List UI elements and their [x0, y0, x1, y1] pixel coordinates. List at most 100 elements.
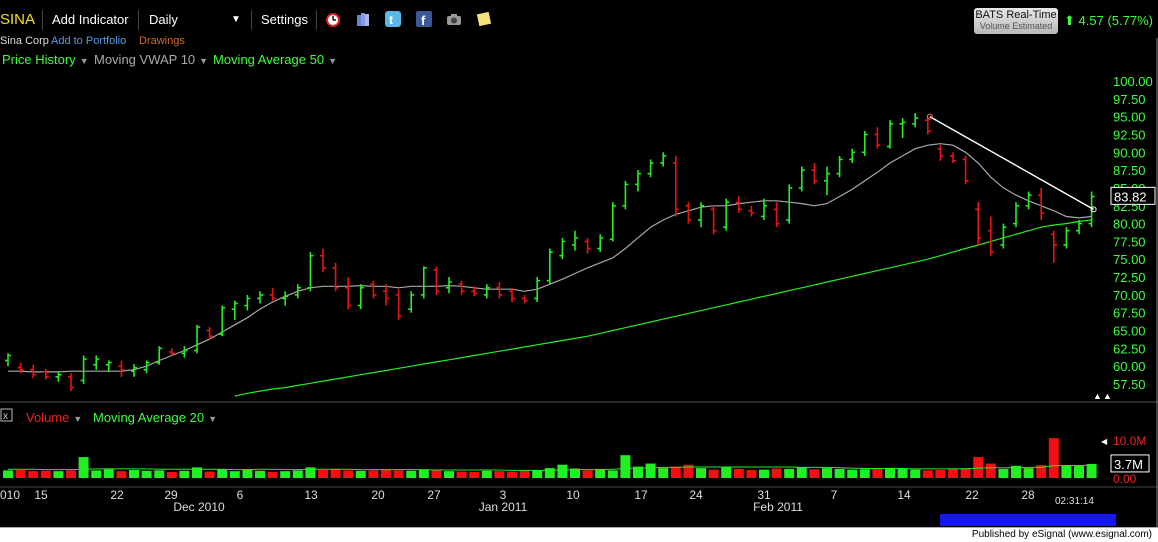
ohlc-bar: [824, 166, 830, 196]
ohlc-bar: [320, 248, 326, 273]
volume-bar: [696, 468, 706, 478]
volume-bar: [532, 470, 543, 478]
ohlc-bar: [572, 230, 578, 251]
ohlc-bar: [861, 130, 868, 156]
ohlc-bar: [1013, 202, 1019, 228]
volume-bar: [91, 470, 102, 478]
volume-bar: [431, 470, 442, 478]
ohlc-bar: [786, 184, 793, 224]
volume-bar: [872, 468, 883, 478]
price-tick-label: 72.50: [1113, 270, 1146, 285]
volume-bar: [809, 469, 820, 478]
chevron-down-icon[interactable]: ▼: [73, 414, 82, 424]
scroll-up-arrow-icon: ▲: [1103, 391, 1112, 401]
volume-bar: [166, 471, 177, 478]
volume-arrow-icon: ◀: [1101, 437, 1108, 446]
published-by: Published by eSignal (www.esignal.com): [971, 529, 1152, 540]
price-tick-label: 97.50: [1113, 92, 1146, 107]
volume-bar: [1048, 438, 1059, 478]
volume-bar: [229, 471, 240, 478]
volume-bar: [280, 471, 291, 478]
ohlc-bar: [332, 262, 339, 292]
volume-bar: [15, 470, 26, 478]
volume-bar: [116, 471, 127, 478]
price-tick-label: 57.50: [1113, 377, 1146, 392]
ohlc-bar: [395, 289, 402, 320]
ohlc-bar: [433, 266, 440, 295]
ohlc-bar: [849, 148, 856, 163]
ohlc-bar: [773, 202, 780, 228]
ohlc-bar: [635, 170, 641, 192]
volume-bar: [784, 468, 795, 478]
volume-bar: [1074, 465, 1084, 478]
ohlc-bar: [156, 346, 163, 365]
price-tick-label: 92.50: [1113, 127, 1146, 142]
volume-bar: [494, 471, 505, 478]
x-tick-label: 24: [689, 488, 703, 502]
x-tick-label: 22: [110, 488, 124, 502]
ohlc-bar: [219, 305, 226, 337]
price-tick-label: 62.50: [1113, 341, 1146, 356]
volume-bar: [948, 468, 958, 478]
price-tick-label: 80.00: [1113, 217, 1146, 232]
ohlc-bar: [887, 120, 893, 149]
ohlc-bar: [383, 284, 389, 306]
ohlc-bar: [55, 371, 62, 382]
ohlc-bar: [496, 282, 503, 299]
volume-bar: [204, 471, 215, 478]
ohlc-bar: [987, 216, 994, 256]
volume-bar: [255, 470, 265, 478]
close-pane-x: x: [3, 411, 8, 422]
volume-ma-label[interactable]: Moving Average 20 ▼: [93, 410, 217, 425]
ohlc-bar: [5, 353, 11, 367]
price-tick-label: 87.50: [1113, 163, 1146, 178]
price-chart[interactable]: x100.0097.5095.0092.5090.0087.5085.0082.…: [0, 0, 1158, 541]
x-tick-label: 27: [427, 488, 441, 502]
volume-label[interactable]: Volume ▼: [26, 410, 82, 425]
current-price-label: 83.82: [1114, 189, 1147, 204]
price-tick-label: 67.50: [1113, 306, 1146, 321]
price-tick-label: 90.00: [1113, 145, 1146, 160]
volume-bar: [796, 467, 807, 478]
ohlc-bar: [1063, 227, 1070, 249]
ohlc-bar: [698, 202, 704, 228]
ohlc-bar: [282, 291, 289, 306]
volume-bar: [406, 470, 417, 478]
volume-bar: [3, 470, 13, 478]
volume-bar: [1061, 465, 1072, 478]
price-tick-label: 60.00: [1113, 359, 1146, 374]
ohlc-bar: [546, 248, 553, 285]
volume-bar: [318, 470, 328, 478]
ma50-line: [234, 219, 1092, 397]
ohlc-bar: [937, 145, 944, 161]
ohlc-bar: [647, 159, 654, 178]
ohlc-bar: [1000, 223, 1007, 249]
chevron-down-icon[interactable]: ▼: [208, 414, 217, 424]
volume-bar: [129, 470, 139, 478]
volume-bar: [859, 469, 870, 478]
ohlc-bar: [559, 237, 566, 260]
ohlc-bar: [798, 166, 805, 192]
volume-bar: [746, 470, 757, 478]
volume-bar: [179, 470, 190, 478]
ohlc-bar: [584, 237, 591, 254]
volume-bar: [620, 455, 631, 478]
volume-bar: [40, 470, 51, 478]
ohlc-bar: [597, 234, 604, 253]
ohlc-bar: [105, 360, 112, 372]
volume-bar: [721, 467, 732, 478]
volume-bar: [910, 469, 921, 478]
volume-bar: [53, 471, 64, 478]
price-tick-label: 75.00: [1113, 252, 1146, 267]
ohlc-bar: [811, 162, 818, 185]
price-tick-label: 65.00: [1113, 324, 1146, 339]
ohlc-bar: [609, 202, 616, 242]
x-tick-label: 6: [237, 488, 244, 502]
scrollbar-thumb[interactable]: [940, 514, 1116, 526]
volume-bar: [343, 470, 354, 478]
ohlc-bar: [483, 284, 490, 299]
volume-bar: [885, 468, 895, 478]
price-tick-label: 77.50: [1113, 234, 1146, 249]
volume-bar: [330, 469, 341, 478]
current-volume-label: 3.7M: [1114, 457, 1143, 472]
